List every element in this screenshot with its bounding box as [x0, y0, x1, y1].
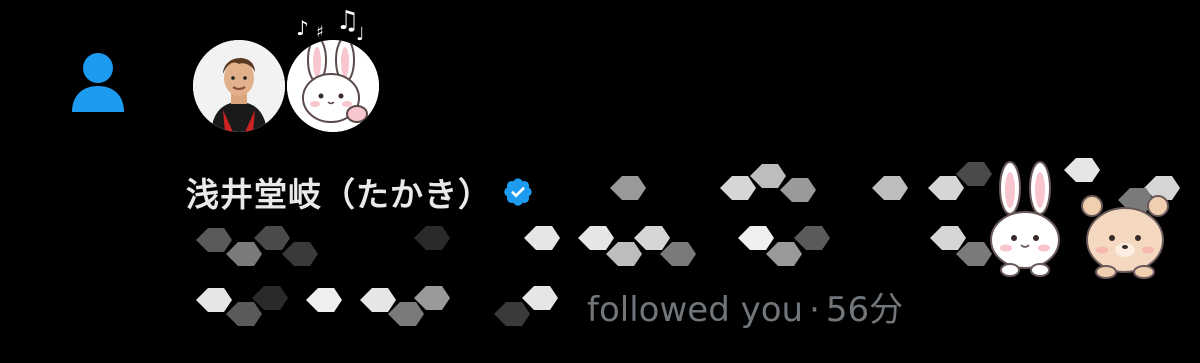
music-note-icon: ♪ [296, 16, 309, 40]
sharp-icon: ♯ [316, 22, 324, 41]
notification-action: followed you · 56分 [587, 282, 903, 331]
person-icon [72, 53, 124, 112]
timestamp: 56分 [825, 290, 904, 330]
avatar[interactable] [193, 40, 285, 132]
notification-item[interactable]: ♪ ♯ ♫ ♩ 浅井堂岐（たかき） followed you · 56分 [0, 0, 1200, 363]
bunny-sticker-icon [287, 40, 379, 132]
verified-badge-icon [504, 178, 532, 206]
avatar-secondary[interactable] [287, 40, 379, 132]
quarter-note-icon: ♩ [356, 24, 365, 45]
music-notes-decoration: ♪ ♯ ♫ ♩ [292, 6, 372, 46]
bear-sticker-icon [1081, 195, 1169, 279]
display-name[interactable]: 浅井堂岐（たかき） [186, 168, 492, 216]
action-label: followed you [587, 290, 804, 330]
stickers-decoration [990, 161, 1169, 279]
bunny-sticker-icon [990, 161, 1060, 277]
avatar-photo-icon [193, 40, 285, 132]
user-name-row[interactable]: 浅井堂岐（たかき） [186, 168, 534, 216]
separator: · [809, 290, 820, 330]
